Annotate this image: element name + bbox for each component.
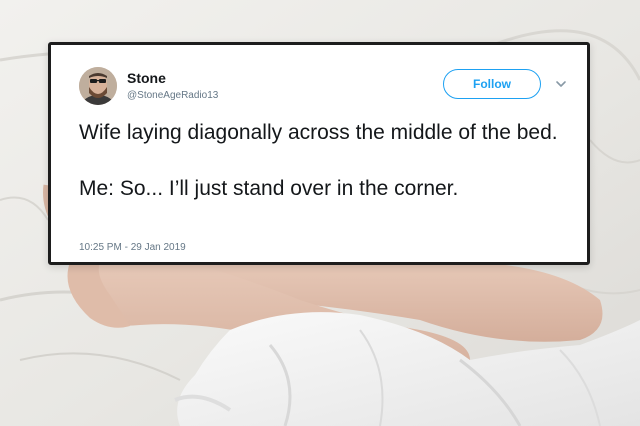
author-handle[interactable]: @StoneAgeRadio13 <box>127 90 218 101</box>
tweet-text-line2: Me: So... I’ll just stand over in the co… <box>79 177 459 200</box>
tweet-card: Stone @StoneAgeRadio13 Follow Wife layin… <box>48 42 590 265</box>
follow-button[interactable]: Follow <box>443 69 541 99</box>
tweet-text-line1: Wife laying diagonally across the middle… <box>79 121 558 144</box>
avatar-photo-icon <box>79 67 117 105</box>
tweet-text: Wife laying diagonally across the middle… <box>79 119 569 203</box>
chevron-down-icon[interactable] <box>555 78 567 90</box>
author-name[interactable]: Stone <box>127 70 166 86</box>
avatar[interactable] <box>79 67 117 105</box>
tweet-timestamp[interactable]: 10:25 PM - 29 Jan 2019 <box>79 242 186 253</box>
